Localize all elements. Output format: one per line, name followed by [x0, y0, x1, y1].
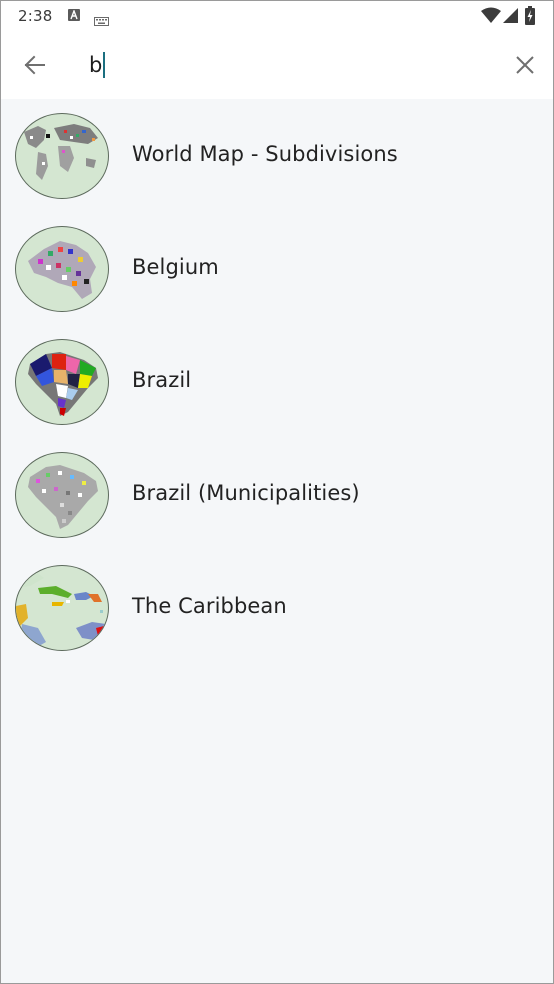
search-header: b	[1, 31, 553, 99]
list-item-the-caribbean[interactable]: The Caribbean	[1, 551, 553, 664]
close-icon	[516, 56, 534, 74]
list-item-label: Brazil (Municipalities)	[132, 481, 360, 505]
status-time: 2:38	[18, 7, 53, 25]
app-frame: 2:38 b World Map - Subdivisions Belgium …	[0, 0, 554, 984]
signal-icon	[503, 7, 519, 28]
belgium-map-thumbnail	[15, 226, 109, 312]
text-cursor	[103, 52, 106, 78]
back-button[interactable]	[17, 47, 53, 83]
list-item-label: The Caribbean	[132, 594, 287, 618]
caribbean-map-thumbnail	[15, 565, 109, 651]
keyboard-icon	[94, 11, 109, 30]
arrow-left-icon	[24, 55, 45, 75]
search-input[interactable]: b	[89, 51, 106, 79]
world-map-thumbnail	[15, 113, 109, 199]
status-bar: 2:38	[1, 1, 553, 31]
list-item-world-map-subdivisions[interactable]: World Map - Subdivisions	[1, 99, 553, 212]
list-item-label: Brazil	[132, 368, 192, 392]
clear-search-button[interactable]	[509, 49, 541, 81]
wifi-icon	[481, 7, 501, 28]
list-item-label: Belgium	[132, 255, 219, 279]
brazil-map-thumbnail	[15, 339, 109, 425]
list-item-brazil[interactable]: Brazil	[1, 325, 553, 438]
list-item-label: World Map - Subdivisions	[132, 142, 398, 166]
text-a-icon	[68, 9, 80, 21]
list-item-belgium[interactable]: Belgium	[1, 212, 553, 325]
battery-charging-icon	[525, 6, 535, 29]
search-results-list: World Map - Subdivisions Belgium Brazil …	[1, 99, 553, 664]
brazil-municipalities-map-thumbnail	[15, 452, 109, 538]
list-item-brazil-municipalities[interactable]: Brazil (Municipalities)	[1, 438, 553, 551]
search-input-value: b	[89, 53, 103, 77]
